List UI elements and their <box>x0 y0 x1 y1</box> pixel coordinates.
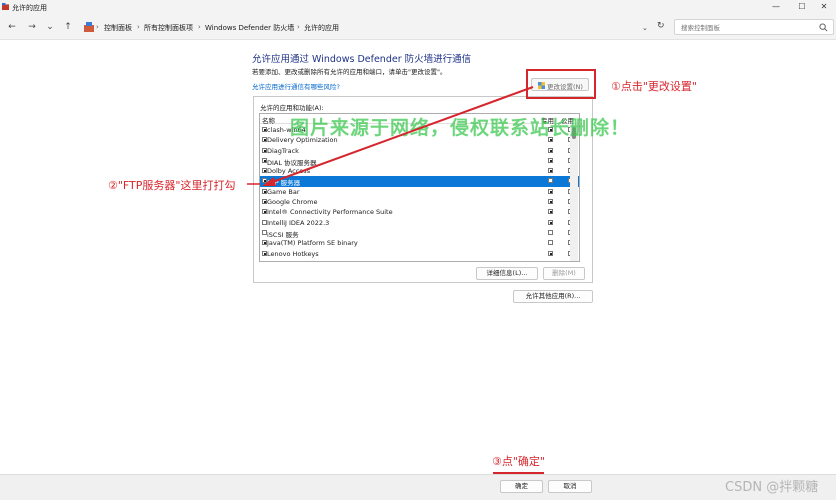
annotation-arrow-line <box>266 86 534 185</box>
csdn-credit: CSDN @拌颗糖 <box>725 480 819 495</box>
ok-button[interactable]: 确定 <box>500 480 543 493</box>
cancel-button[interactable]: 取消 <box>548 480 592 493</box>
annotation-arrow-head <box>262 177 276 186</box>
annotation-arrows <box>247 86 534 186</box>
firewall-allowed-apps-window: 允许的应用 — ☐ ✕ ← → ⌄ ↑ › 控制面板 › 所有控制面板项 › W… <box>0 0 836 500</box>
dialog-footer <box>0 474 836 500</box>
